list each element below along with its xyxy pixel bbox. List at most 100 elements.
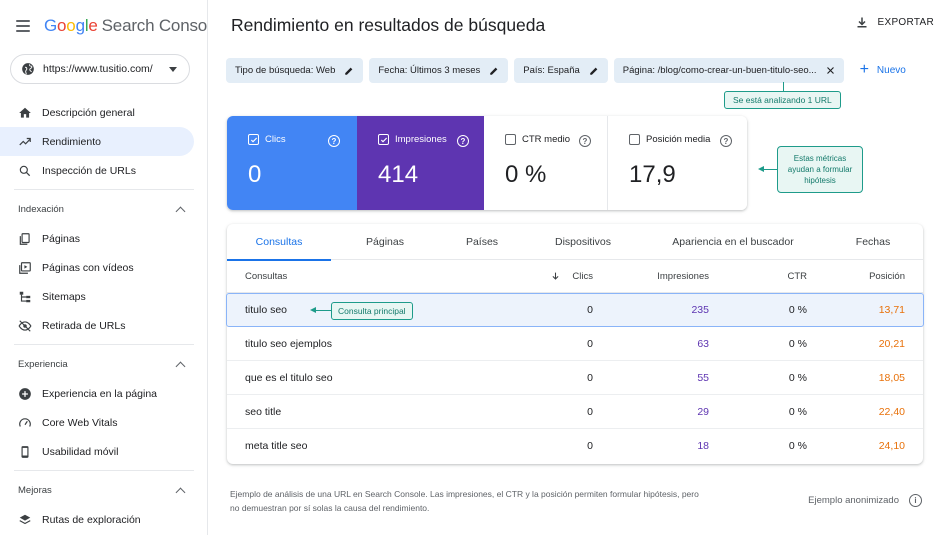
- pencil-icon[interactable]: [589, 66, 599, 76]
- menu-icon[interactable]: [16, 20, 30, 32]
- section-title: Indexación: [18, 203, 64, 215]
- speedometer-icon: [18, 416, 32, 430]
- section-enhancements-header[interactable]: Mejoras: [0, 475, 208, 505]
- sidebar-nav: Descripción general Rendimiento Inspecci…: [0, 98, 208, 534]
- smartphone-icon: [18, 445, 32, 459]
- metric-card-position[interactable]: Posición media ? 17,9: [608, 116, 747, 210]
- callout-main-query: Consulta principal: [331, 302, 413, 320]
- filter-chip-search-type[interactable]: Tipo de búsqueda: Web: [226, 58, 364, 83]
- logo-row: Google Search Console: [16, 14, 220, 38]
- sidebar-item-sitemaps[interactable]: Sitemaps: [0, 282, 194, 311]
- sidebar-item-label: Rutas de exploración: [42, 513, 141, 526]
- section-indexing-header[interactable]: Indexación: [0, 194, 208, 224]
- sidebar-item-label: Descripción general: [42, 106, 135, 119]
- chevron-up-icon: [175, 206, 186, 216]
- divider: [14, 189, 194, 190]
- cell-ctr: 0 %: [788, 405, 807, 418]
- download-icon: [857, 17, 866, 28]
- sidebar-item-breadcrumbs[interactable]: Rutas de exploración: [0, 505, 194, 534]
- table-row[interactable]: titulo seo 0 235 0 % 13,71 Consulta prin…: [226, 293, 924, 327]
- plus-circle-icon: [18, 387, 32, 401]
- pencil-icon[interactable]: [344, 66, 354, 76]
- cell-position: 24,10: [878, 440, 905, 452]
- metric-card-clicks[interactable]: Clics ? 0: [227, 116, 357, 210]
- cell-clicks: 0: [587, 405, 593, 418]
- sidebar-item-mobile-usability[interactable]: Usabilidad móvil: [0, 437, 194, 466]
- column-header-clicks[interactable]: Clics: [495, 271, 593, 282]
- checkbox-checked-icon[interactable]: [248, 134, 259, 145]
- help-icon[interactable]: ?: [579, 135, 591, 147]
- logo-letter: o: [66, 16, 76, 35]
- sidebar: Google Search Console https://www.tusitio…: [0, 0, 220, 535]
- globe-icon: [22, 63, 34, 75]
- sidebar-item-performance[interactable]: Rendimiento: [0, 127, 194, 156]
- filter-chip-label: Tipo de búsqueda: Web: [235, 65, 336, 76]
- tab-dates[interactable]: Fechas: [825, 224, 921, 260]
- checkbox-checked-icon[interactable]: [378, 134, 389, 145]
- export-button[interactable]: EXPORTAR: [856, 16, 935, 29]
- sidebar-item-url-inspection[interactable]: Inspección de URLs: [0, 156, 194, 185]
- metric-card-ctr[interactable]: CTR medio ? 0 %: [484, 116, 608, 210]
- chevron-down-icon: [169, 66, 177, 72]
- cell-position: 18,05: [878, 371, 905, 384]
- video-pages-icon: [18, 261, 32, 275]
- filter-chip-date[interactable]: Fecha: Últimos 3 meses: [369, 58, 509, 83]
- cell-query: seo title: [245, 405, 282, 418]
- sidebar-item-core-web-vitals[interactable]: Core Web Vitals: [0, 408, 194, 437]
- cell-clicks: 0: [587, 440, 593, 452]
- cell-ctr: 0 %: [788, 440, 807, 452]
- tab-search-appearance[interactable]: Apariencia en el buscador: [641, 224, 825, 260]
- column-header-ctr[interactable]: CTR: [709, 271, 807, 282]
- property-selector[interactable]: https://www.tusitio.com/: [10, 54, 190, 84]
- logo-letter: G: [44, 16, 58, 35]
- checkbox-unchecked-icon[interactable]: [505, 134, 516, 145]
- checkbox-unchecked-icon[interactable]: [629, 134, 640, 145]
- column-header-impressions[interactable]: Impresiones: [593, 271, 709, 282]
- tab-countries[interactable]: Países: [439, 224, 525, 260]
- sidebar-item-removals[interactable]: Retirada de URLs: [0, 311, 194, 340]
- filter-chip-country[interactable]: País: España: [514, 58, 608, 83]
- sidebar-item-label: Páginas: [42, 232, 80, 245]
- table-row[interactable]: seo title 0 29 0 % 22,40: [227, 395, 923, 429]
- footnote: Ejemplo de análisis de una URL en Search…: [230, 489, 699, 513]
- table-row[interactable]: que es el titulo seo 0 55 0 % 18,05: [227, 361, 923, 395]
- sidebar-item-label: Inspección de URLs: [42, 164, 136, 177]
- callout-connector: [783, 82, 784, 91]
- app-logo[interactable]: Google Search Console: [44, 16, 220, 36]
- home-icon: [18, 106, 32, 120]
- tab-pages[interactable]: Páginas: [331, 224, 439, 260]
- sort-arrow-down-icon: [551, 271, 560, 281]
- sidebar-item-overview[interactable]: Descripción general: [0, 98, 194, 127]
- tab-queries[interactable]: Consultas: [227, 224, 331, 261]
- sidebar-item-pages[interactable]: Páginas: [0, 224, 194, 253]
- cell-ctr: 0 %: [788, 371, 807, 384]
- eye-off-icon: [18, 319, 32, 333]
- info-icon[interactable]: i: [909, 494, 922, 507]
- metric-card-impressions[interactable]: Impresiones ? 414: [357, 116, 484, 210]
- column-header-position[interactable]: Posición: [807, 271, 905, 282]
- column-header-queries[interactable]: Consultas: [227, 271, 495, 282]
- tab-devices[interactable]: Dispositivos: [525, 224, 641, 260]
- section-experience-header[interactable]: Experiencia: [0, 349, 208, 379]
- filter-chip-label: Página: /blog/como-crear-un-buen-titulo-…: [622, 65, 817, 76]
- cell-query: que es el titulo seo: [245, 371, 333, 384]
- metric-value: 17,9: [629, 161, 676, 188]
- property-url: https://www.tusitio.com/: [43, 63, 153, 75]
- help-icon[interactable]: ?: [720, 135, 732, 147]
- pencil-icon[interactable]: [489, 66, 499, 76]
- help-icon[interactable]: ?: [457, 135, 469, 147]
- table-row[interactable]: meta title seo 0 18 0 % 24,10: [227, 429, 923, 463]
- help-icon[interactable]: ?: [328, 135, 340, 147]
- trending-up-icon: [18, 135, 32, 149]
- section-title: Mejoras: [18, 484, 52, 496]
- callout-url-analysis: Se está analizando 1 URL: [724, 91, 841, 109]
- close-icon[interactable]: [826, 66, 835, 75]
- sidebar-item-video-pages[interactable]: Páginas con vídeos: [0, 253, 194, 282]
- divider: [14, 470, 194, 471]
- add-filter-button[interactable]: + Nuevo: [859, 60, 906, 78]
- table-row[interactable]: titulo seo ejemplos 0 63 0 % 20,21: [227, 327, 923, 361]
- cell-position: 13,71: [878, 304, 905, 316]
- plus-icon: +: [859, 60, 869, 78]
- sidebar-item-page-experience[interactable]: Experiencia en la página: [0, 379, 194, 408]
- filter-chip-page[interactable]: Página: /blog/como-crear-un-buen-titulo-…: [613, 58, 844, 83]
